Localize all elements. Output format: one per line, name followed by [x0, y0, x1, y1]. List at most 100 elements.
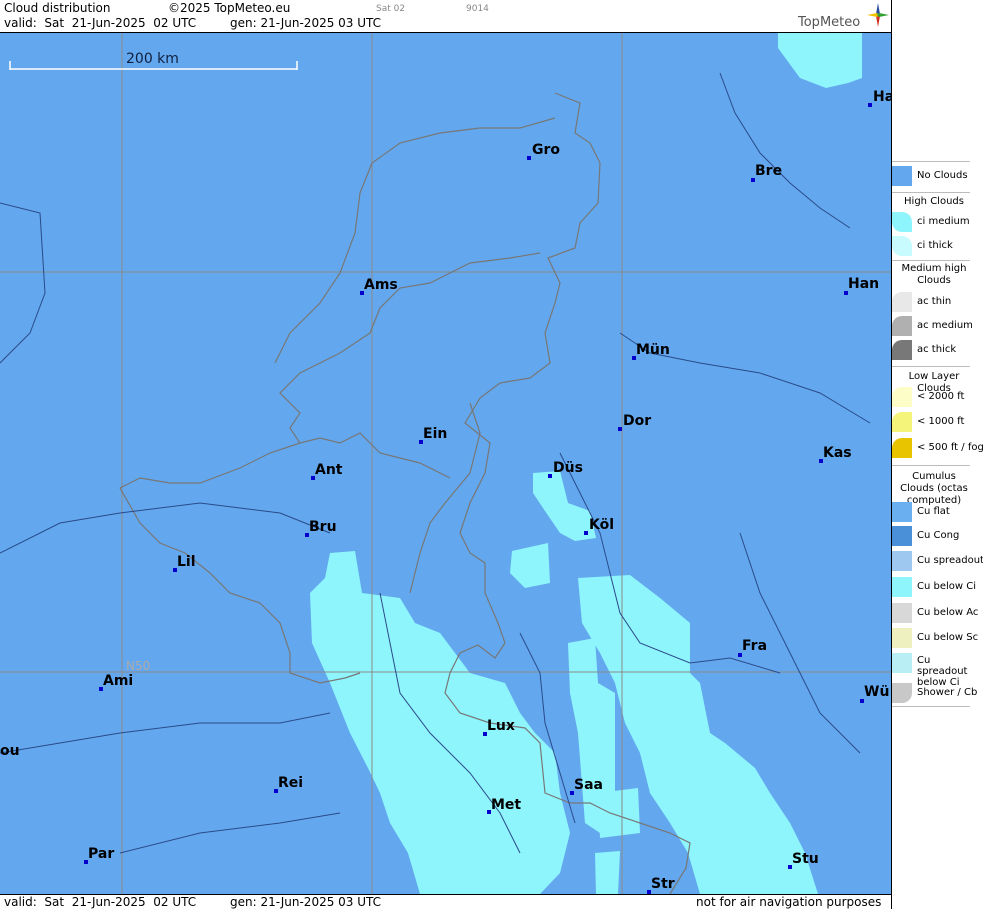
product-title: Cloud distribution: [4, 1, 111, 15]
city-label[interactable]: Mün: [636, 342, 670, 358]
legend-divider-line: [892, 465, 970, 466]
city-label[interactable]: Ha: [873, 89, 891, 105]
generated-time: gen: 21-Jun-2025 03 UTC: [230, 16, 382, 30]
legend-item: Cu spreadout below Ci: [892, 653, 978, 688]
city-label[interactable]: Stu: [792, 851, 819, 867]
legend-item: Cu below Ci: [892, 577, 978, 597]
legend-divider-line: [892, 161, 970, 162]
city-label[interactable]: Düs: [553, 460, 583, 476]
cloud-map[interactable]: 200 km N50 Gro Bre Ha Ams Han Mün Ein Do…: [0, 33, 891, 894]
legend-item: No Clouds: [892, 166, 978, 186]
legend-swatch: [892, 438, 912, 458]
lat-label: N50: [126, 659, 151, 673]
legend-swatch: [892, 387, 912, 407]
legend-label: ac medium: [917, 320, 973, 331]
city-label[interactable]: Ant: [315, 462, 343, 478]
legend-label: ci thick: [917, 240, 953, 251]
run-label: Sat 02: [376, 4, 406, 14]
city-label[interactable]: Bre: [755, 163, 782, 179]
city-label[interactable]: Gro: [532, 142, 560, 158]
city-label[interactable]: Fra: [742, 638, 767, 654]
legend-item: ci thick: [892, 236, 978, 256]
legend-item: Cu spreadout: [892, 551, 983, 571]
legend-divider-line: [892, 366, 970, 367]
topmeteo-logo-text: TopMeteo: [798, 15, 861, 30]
legend-item: ac thick: [892, 340, 978, 360]
city-label[interactable]: Rei: [278, 775, 303, 791]
footer-valid-time: valid: Sat 21-Jun-2025 02 UTC: [4, 895, 197, 909]
city-label[interactable]: Dor: [623, 413, 651, 429]
scale-label: 200 km: [126, 51, 179, 67]
legend-divider-line: [892, 260, 970, 261]
legend-label: ac thick: [917, 344, 957, 355]
legend-label: Cu below Sc: [917, 632, 979, 643]
city-label[interactable]: Han: [848, 276, 879, 292]
legend-item: ac medium: [892, 316, 978, 336]
legend-item: ac thin: [892, 292, 978, 312]
legend-item: Cu below Ac: [892, 603, 978, 623]
city-label[interactable]: Str: [651, 876, 675, 892]
legend-label: Cu flat: [917, 506, 950, 517]
city-label[interactable]: Bru: [309, 519, 337, 535]
city-label[interactable]: Lil: [177, 554, 196, 570]
legend-swatch: [892, 340, 912, 360]
city-label[interactable]: Par: [88, 846, 114, 862]
map-header: Cloud distribution ©2025 TopMeteo.eu Sat…: [0, 0, 891, 33]
city-marker: [584, 531, 588, 535]
legend-divider-line: [892, 706, 970, 707]
city-marker: [868, 103, 872, 107]
legend-item: Cu Cong: [892, 526, 978, 546]
legend-swatch: [892, 603, 912, 623]
legend-section-title: High Clouds: [904, 196, 964, 207]
legend-swatch: [892, 551, 912, 571]
legend-item: ci medium: [892, 212, 978, 232]
map-footer: valid: Sat 21-Jun-2025 02 UTC gen: 21-Ju…: [0, 894, 891, 910]
legend-panel: No Clouds High Clouds ci medium ci thick…: [892, 33, 983, 909]
legend-swatch: [892, 502, 912, 522]
code-label: 9014: [466, 4, 489, 14]
legend-swatch: [892, 166, 912, 186]
city-label[interactable]: Kas: [823, 445, 852, 461]
legend-label: < 500 ft / fog: [917, 442, 983, 453]
legend-swatch: [892, 526, 912, 546]
legend-swatch: [892, 316, 912, 336]
legend-swatch: [892, 653, 912, 673]
legend-item: < 2000 ft: [892, 387, 978, 407]
legend-label: < 2000 ft: [917, 391, 965, 402]
footer-generated-time: gen: 21-Jun-2025 03 UTC: [230, 895, 382, 909]
legend-section-title: Medium high Clouds: [901, 263, 967, 286]
city-label[interactable]: Köl: [589, 517, 614, 533]
city-label[interactable]: Met: [491, 797, 521, 813]
compass-logo-icon: [867, 3, 889, 27]
legend-item: Shower / Cb: [892, 683, 978, 703]
legend-label: Cu below Ci: [917, 581, 977, 592]
disclaimer: not for air navigation purposes: [696, 895, 882, 909]
city-label[interactable]: ou: [0, 743, 20, 759]
legend-swatch: [892, 683, 912, 703]
city-label[interactable]: Saa: [574, 777, 603, 793]
city-marker: [527, 156, 531, 160]
legend-divider-line: [892, 192, 970, 193]
city-label[interactable]: Ein: [423, 426, 447, 442]
legend-label: No Clouds: [917, 170, 968, 181]
city-marker: [548, 474, 552, 478]
legend-swatch: [892, 577, 912, 597]
legend-label: Cu Cong: [917, 530, 960, 541]
legend-label: Shower / Cb: [917, 687, 978, 698]
legend-label: < 1000 ft: [917, 416, 965, 427]
city-label[interactable]: Ami: [103, 673, 133, 689]
city-marker: [618, 427, 622, 431]
valid-time: valid: Sat 21-Jun-2025 02 UTC: [4, 16, 197, 30]
legend-item: < 500 ft / fog: [892, 438, 983, 458]
city-label[interactable]: Lux: [487, 718, 515, 734]
legend-label: Cu below Ac: [917, 607, 979, 618]
legend-swatch: [892, 236, 912, 256]
copyright: ©2025 TopMeteo.eu: [168, 1, 291, 15]
city-label[interactable]: Ams: [364, 277, 398, 293]
legend-swatch: [892, 292, 912, 312]
legend-swatch: [892, 628, 912, 648]
legend-item: Cu below Sc: [892, 628, 978, 648]
legend-item: Cu flat: [892, 502, 978, 522]
city-label[interactable]: Wü: [864, 684, 889, 700]
legend-label: ci medium: [917, 216, 970, 227]
